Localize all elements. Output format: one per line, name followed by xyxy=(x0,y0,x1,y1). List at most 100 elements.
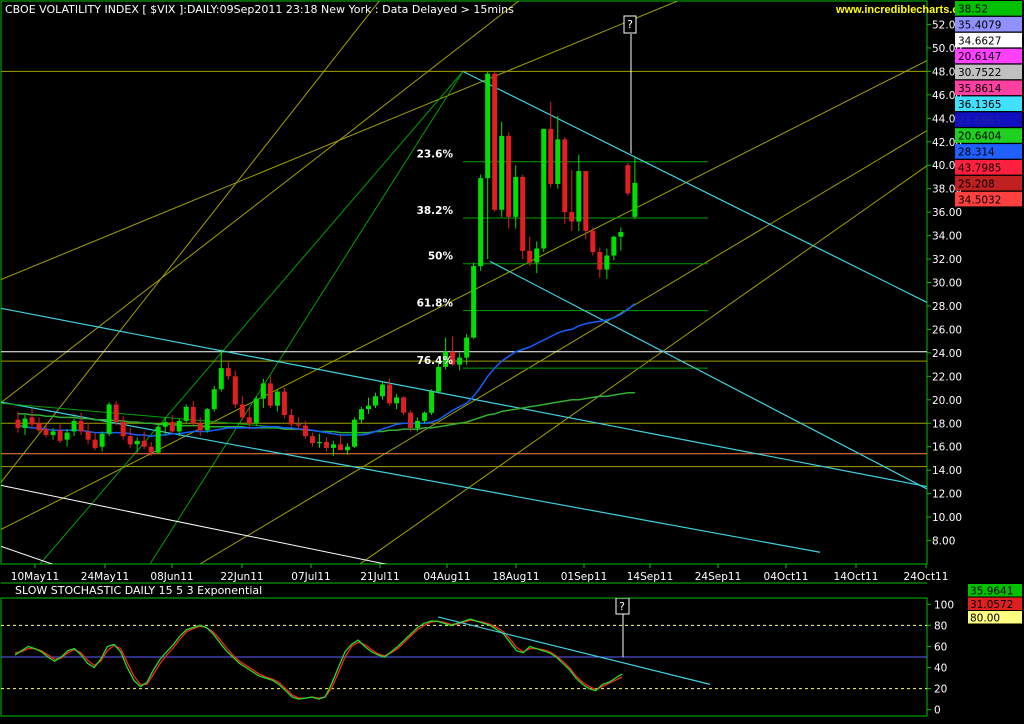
y-tick-label: 14.00 xyxy=(932,465,962,477)
price-badge-label: 21.6965 xyxy=(958,115,1001,127)
candle-up xyxy=(471,266,477,338)
stochastic-label-stack: 35.964131.0572 80.00 xyxy=(968,584,1022,625)
price-badge-label: 43.7985 xyxy=(958,163,1001,175)
candle-up xyxy=(534,248,540,263)
y-tick-label: 16.00 xyxy=(932,442,962,454)
price-badge-label: 25.208 xyxy=(958,178,995,190)
price-badge-label: 20.6404 xyxy=(958,131,1002,143)
price-x-axis: 10May11 24May11 08Jun11 22Jun11 07Jul11 21Jul… xyxy=(11,564,949,583)
candle-up xyxy=(555,139,561,184)
price-label-stack: 38.52 35.4079 34.6627 20.6147 30.7522 35.8614… xyxy=(955,1,1022,207)
candle-down xyxy=(597,252,603,270)
fib-label: 38.2% xyxy=(417,205,454,217)
candle-down xyxy=(239,404,245,418)
y-tick-label: 60 xyxy=(934,641,947,653)
candle-up xyxy=(64,432,70,440)
candle-down xyxy=(387,384,393,404)
y-tick-label: 20.00 xyxy=(932,395,962,407)
question-marker: ? xyxy=(619,600,625,613)
candle-down xyxy=(309,436,315,444)
candle-up xyxy=(351,419,357,447)
candle-down xyxy=(562,139,568,213)
candle-up xyxy=(99,433,105,447)
candle-down xyxy=(36,423,42,431)
candle-up xyxy=(373,396,379,406)
candle-up xyxy=(611,236,617,256)
y-tick-label: 12.00 xyxy=(932,489,962,501)
candle-down xyxy=(302,425,308,437)
candle-down xyxy=(85,431,91,440)
candle-down xyxy=(548,128,554,184)
candle-down xyxy=(408,412,414,428)
candle-up xyxy=(366,405,371,410)
candle-up xyxy=(415,420,421,428)
candle-down xyxy=(169,422,175,432)
candle-up xyxy=(50,431,56,435)
candle-down xyxy=(141,440,147,447)
y-tick-label: 36.00 xyxy=(932,207,962,219)
price-badge-label: 30.7522 xyxy=(958,67,1001,79)
candle-up xyxy=(457,357,463,365)
y-tick-label: 0 xyxy=(934,705,941,717)
price-panel-frame xyxy=(0,0,928,565)
price-badge-label: 20.6147 xyxy=(958,51,1001,63)
candle-down xyxy=(148,446,154,453)
price-badge-label: 35.4079 xyxy=(958,19,1001,31)
x-tick-label: 14Oct11 xyxy=(834,571,879,583)
stochastic-title: SLOW STOCHASTIC DAILY 15 5 3 Exponential xyxy=(15,584,262,597)
candle-down xyxy=(225,368,231,377)
x-tick-label: 24May11 xyxy=(81,571,129,583)
candle-up xyxy=(316,442,322,444)
x-tick-label: 01Sep11 xyxy=(561,571,608,583)
candle-up xyxy=(618,232,624,237)
candle-down xyxy=(190,406,196,424)
x-tick-label: 10May11 xyxy=(11,571,59,583)
y-tick-label: 10.00 xyxy=(932,512,962,524)
candle-up xyxy=(394,397,400,404)
candle-up xyxy=(162,422,168,427)
candle-down xyxy=(506,135,512,217)
candle-down xyxy=(583,171,589,231)
x-tick-label: 21Jul11 xyxy=(360,571,399,583)
fib-label: 61.8% xyxy=(417,298,454,310)
price-badge-label: 35.8614 xyxy=(958,83,1002,95)
candle-down xyxy=(43,429,49,435)
x-tick-label: 24Sep11 xyxy=(695,571,742,583)
y-tick-label: 24.00 xyxy=(932,348,962,360)
candle-up xyxy=(183,406,189,421)
candle-up xyxy=(485,73,491,179)
candle-down xyxy=(57,430,63,441)
fib-label: 76.4% xyxy=(417,355,454,367)
y-tick-label: 100 xyxy=(934,599,954,611)
candle-up xyxy=(464,337,470,358)
candle-up xyxy=(358,409,364,420)
stoch-badge-label: 35.9641 xyxy=(970,586,1013,598)
price-badge-label: 28.314 xyxy=(958,147,995,159)
y-tick-label: 18.00 xyxy=(932,418,962,430)
candle-up xyxy=(253,398,259,424)
candle-up xyxy=(429,391,435,413)
candle-up xyxy=(344,446,350,451)
candle-down xyxy=(246,417,252,424)
candle-up xyxy=(380,384,386,397)
candle-down xyxy=(78,420,84,432)
candle-down xyxy=(625,165,631,194)
candle-down xyxy=(267,383,273,406)
x-tick-label: 04Oct11 xyxy=(764,571,809,583)
candle-up xyxy=(632,182,638,217)
x-tick-label: 24Oct11 xyxy=(904,571,949,583)
candle-down xyxy=(29,417,35,425)
candle-down xyxy=(401,397,407,413)
candle-down xyxy=(323,442,329,448)
candle-up xyxy=(436,366,442,392)
candle-up xyxy=(422,412,428,421)
candle-up xyxy=(478,178,484,267)
candle-down xyxy=(295,424,301,426)
candle-up xyxy=(330,444,336,448)
candle-up xyxy=(499,135,505,210)
candle-down xyxy=(281,391,287,416)
candle-down xyxy=(232,376,238,405)
y-tick-label: 20 xyxy=(934,684,947,696)
candle-down xyxy=(590,230,596,253)
candle-down xyxy=(120,422,126,437)
